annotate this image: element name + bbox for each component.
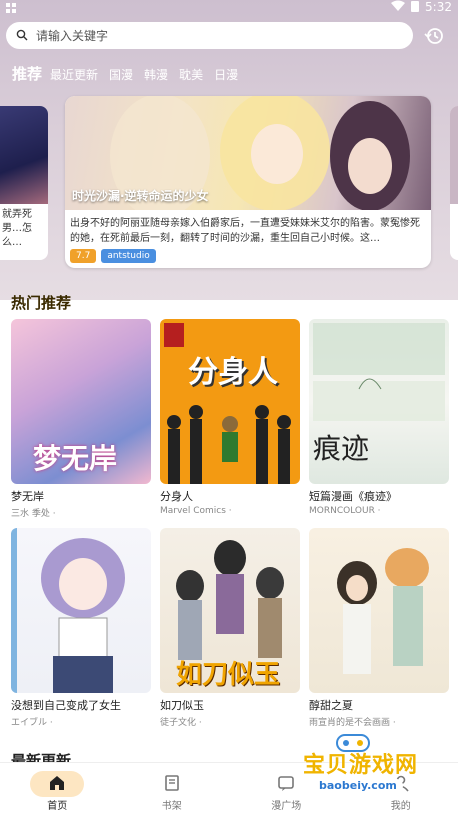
nav-home[interactable]: 首页 — [0, 763, 115, 820]
watermark-text: 宝贝游戏网 — [303, 753, 419, 778]
comic-author: エイブル · — [11, 718, 53, 728]
section-title-hot: 热门推荐 — [11, 294, 72, 312]
comic-author: 雨宣肖的是不会画画 · — [309, 718, 396, 728]
comic-cover: 痕迹 — [309, 319, 449, 484]
nav-bookshelf-label: 书架 — [161, 800, 182, 812]
comic-author: 徒子文化 · — [160, 718, 202, 728]
cover-title: 如刀似玉 — [176, 660, 281, 690]
carousel-card-previous-image — [0, 106, 48, 204]
featured-card[interactable]: 时光沙漏·逆转命运的少女 出身不好的阿丽亚随母亲嫁入伯爵家后，一直遭受妹妹米艾尔… — [65, 96, 431, 268]
wifi-icon — [391, 0, 406, 14]
tab-domestic[interactable]: 国漫 — [109, 66, 133, 83]
comic-title: 没想到自己变成了女生 — [11, 699, 121, 712]
comic-title: 如刀似玉 — [160, 699, 204, 712]
comic-author: Marvel Comics · — [160, 506, 232, 516]
comic-card[interactable]: 分身人 分身人 Marvel Comics · — [160, 319, 300, 516]
app-notification-icon — [6, 0, 16, 17]
comic-card[interactable]: 如刀似玉 如刀似玉 徒子文化 · — [160, 528, 300, 728]
comic-title: 分身人 — [160, 490, 193, 503]
section-title-latest: 最新更新 — [11, 752, 72, 762]
comic-title: 短篇漫画《痕迹》 — [309, 490, 397, 503]
status-time: 5:32 — [425, 0, 452, 14]
status-bar: 5:32 — [0, 0, 458, 14]
search-icon — [16, 26, 28, 45]
category-tabs: 推荐 最近更新 国漫 韩漫 耽美 日漫 — [12, 63, 249, 84]
cover-title: 痕迹 — [313, 432, 370, 465]
comic-card[interactable]: 痕迹 短篇漫画《痕迹》 MORNCOLOUR · — [309, 319, 449, 516]
nav-bookshelf[interactable]: 书架 — [115, 763, 230, 820]
comic-author: 三水 季处 · — [11, 509, 56, 519]
search-input[interactable]: 请输入关键字 — [6, 22, 413, 49]
tab-bl[interactable]: 耽美 — [179, 66, 203, 83]
nav-home-label: 首页 — [47, 800, 68, 812]
watermark: 宝贝游戏网 baobeiy.com — [285, 734, 425, 800]
comic-cover: 分身人 — [160, 319, 300, 484]
cover-title: 梦无岸 — [33, 442, 118, 475]
comic-title: 梦无岸 — [11, 490, 44, 503]
comic-card[interactable]: 梦无岸 梦无岸 三水 季处 · — [11, 319, 151, 519]
score-badge: 7.7 — [70, 249, 97, 263]
comic-cover — [11, 528, 151, 693]
studio-badge: antstudio — [101, 249, 156, 263]
featured-caption: 时光沙漏·逆转命运的少女 — [72, 189, 209, 203]
home-icon — [46, 772, 68, 794]
carousel-card-next[interactable] — [450, 106, 458, 260]
tab-japanese[interactable]: 日漫 — [214, 66, 238, 83]
comic-card[interactable]: 没想到自己变成了女生 エイブル · — [11, 528, 151, 728]
carousel-card-next-image — [450, 106, 458, 204]
comic-title: 醇甜之夏 — [309, 699, 353, 712]
bookshelf-icon — [161, 772, 183, 794]
tab-recent[interactable]: 最近更新 — [50, 66, 98, 83]
search-placeholder: 请输入关键字 — [36, 29, 109, 43]
battery-icon — [411, 0, 420, 15]
comic-cover: 梦无岸 — [11, 319, 151, 484]
cover-title: 分身人 — [188, 355, 278, 390]
comic-cover — [309, 528, 449, 693]
history-icon[interactable] — [423, 25, 445, 47]
carousel-card-previous[interactable]: 就弄死男…怎么… — [0, 106, 48, 260]
carousel-card-previous-text: 就弄死男…怎么… — [2, 209, 32, 248]
comic-card[interactable]: 醇甜之夏 雨宣肖的是不会画画 · — [309, 528, 449, 728]
tab-recommend[interactable]: 推荐 — [12, 63, 42, 84]
comic-author: MORNCOLOUR · — [309, 506, 381, 516]
featured-description: 出身不好的阿丽亚随母亲嫁入伯爵家后，一直遭受妹妹米艾尔的陷害。蒙冤惨死的她，在死… — [70, 218, 420, 244]
watermark-url: baobeiy.com — [313, 779, 403, 792]
comic-cover: 如刀似玉 — [160, 528, 300, 693]
tab-korean[interactable]: 韩漫 — [144, 66, 168, 83]
